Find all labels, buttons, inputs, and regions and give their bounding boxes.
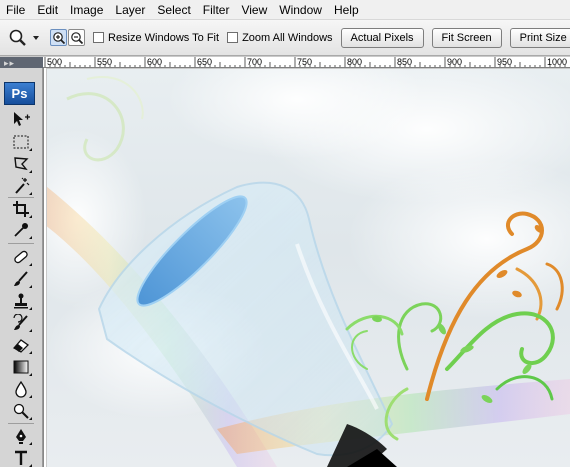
- artwork-image: [47, 69, 570, 467]
- resize-windows-checkbox[interactable]: Resize Windows To Fit: [93, 32, 219, 44]
- move-tool-icon[interactable]: [9, 109, 33, 129]
- brush-tool-icon[interactable]: [9, 269, 33, 289]
- menu-view[interactable]: View: [235, 0, 273, 20]
- zoom-in-button[interactable]: [50, 29, 67, 46]
- document-canvas[interactable]: [47, 69, 570, 467]
- pen-tool-icon[interactable]: [9, 426, 33, 446]
- print-size-button[interactable]: Print Size: [509, 27, 570, 48]
- zoom-mode-group: [50, 29, 85, 46]
- zoom-tool-icon: [9, 29, 26, 46]
- tools-divider: [8, 423, 34, 424]
- vertical-ruler[interactable]: [43, 68, 46, 467]
- clone-stamp-tool-icon[interactable]: [9, 291, 33, 311]
- history-brush-tool-icon[interactable]: [9, 313, 33, 333]
- ruler-tick-label: 500: [47, 57, 62, 67]
- menu-help[interactable]: Help: [328, 0, 365, 20]
- ruler-tick-label: 1000: [547, 57, 567, 67]
- ruler-tick-label: 550: [97, 57, 112, 67]
- ruler-tick-label: 750: [297, 57, 312, 67]
- menu-edit[interactable]: Edit: [31, 0, 64, 20]
- horizontal-ruler[interactable]: 500 550 600 650 700 750 800 850 900 950 1000: [43, 57, 570, 68]
- zoom-out-button[interactable]: [68, 29, 85, 46]
- menu-window[interactable]: Window: [273, 0, 328, 20]
- ruler-ticks: 500 550 600 650 700 750 800 850 900 950 1000: [44, 57, 567, 67]
- gradient-tool-icon[interactable]: [9, 357, 33, 377]
- ruler-tick-label: 700: [247, 57, 262, 67]
- menu-image[interactable]: Image: [64, 0, 109, 20]
- actual-pixels-button[interactable]: Actual Pixels: [340, 27, 424, 48]
- lasso-tool-icon[interactable]: [9, 154, 33, 174]
- ruler-tick-label: 850: [397, 57, 412, 67]
- ruler-tick-label: 650: [197, 57, 212, 67]
- tool-preset-picker[interactable]: [7, 25, 41, 51]
- eyedropper-tool-icon[interactable]: [9, 220, 33, 240]
- tools-divider: [8, 243, 34, 244]
- menu-filter[interactable]: Filter: [197, 0, 236, 20]
- ruler-tick-label: 950: [497, 57, 512, 67]
- menu-layer[interactable]: Layer: [109, 0, 151, 20]
- ruler-tick-label: 800: [347, 57, 362, 67]
- ruler-tick-label: 600: [147, 57, 162, 67]
- options-bar: Resize Windows To Fit Zoom All Windows A…: [0, 20, 570, 56]
- dodge-tool-icon[interactable]: [9, 401, 33, 421]
- zoom-in-icon: [52, 31, 65, 44]
- zoom-all-windows-label: Zoom All Windows: [242, 31, 333, 44]
- healing-brush-tool-icon[interactable]: [9, 247, 33, 267]
- fit-screen-button[interactable]: Fit Screen: [431, 27, 502, 48]
- magic-wand-tool-icon[interactable]: [9, 176, 33, 196]
- marquee-tool-icon[interactable]: [9, 132, 33, 152]
- blur-tool-icon[interactable]: [9, 379, 33, 399]
- menu-select[interactable]: Select: [151, 0, 196, 20]
- resize-windows-label: Resize Windows To Fit: [108, 31, 220, 44]
- chevron-down-icon: [33, 35, 39, 40]
- menu-file[interactable]: File: [0, 0, 31, 20]
- panel-collapse-bar[interactable]: ▸▸: [0, 57, 43, 68]
- type-tool-icon[interactable]: [9, 448, 33, 467]
- zoom-out-icon: [70, 31, 83, 44]
- menu-bar: File Edit Image Layer Select Filter View…: [0, 0, 570, 20]
- eraser-tool-icon[interactable]: [9, 335, 33, 355]
- crop-tool-icon[interactable]: [9, 199, 33, 219]
- photoshop-logo[interactable]: Ps: [4, 82, 35, 105]
- tools-divider: [8, 197, 34, 198]
- resize-windows-box[interactable]: [93, 32, 104, 43]
- zoom-all-windows-checkbox[interactable]: Zoom All Windows: [227, 31, 333, 44]
- tools-panel: Ps: [0, 68, 43, 467]
- zoom-all-windows-box[interactable]: [227, 32, 239, 43]
- ruler-tick-label: 900: [447, 57, 462, 67]
